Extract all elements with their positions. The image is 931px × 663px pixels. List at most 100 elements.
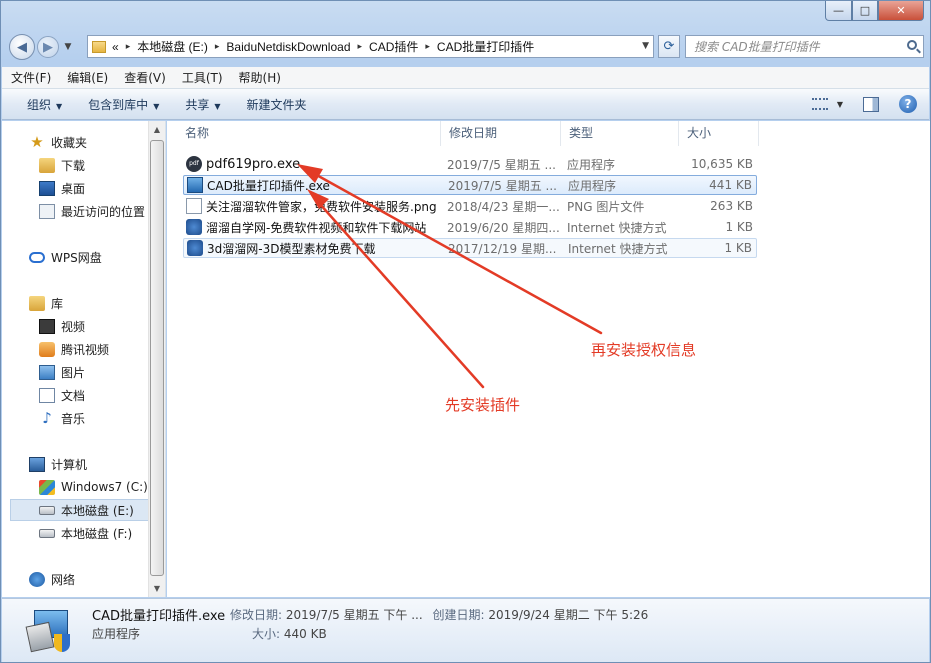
sidebar-item-label: 网络 (51, 572, 76, 587)
sidebar-item-desktop[interactable]: 桌面 (39, 177, 165, 199)
menu-tools[interactable]: 工具(T) (182, 69, 223, 86)
pdf-app-icon: pdf (186, 156, 202, 172)
share-label: 共享 (185, 97, 210, 112)
navigation-bar: ◀ ▶ ▼ « ▸ 本地磁盘 (E:) ▸ BaiduNetdiskDownlo… (9, 33, 924, 61)
sidebar-item-label: 图片 (61, 365, 86, 380)
file-row-hovered[interactable]: 3d溜溜网-3D模型素材免费下载 2017/12/19 星期... Intern… (183, 238, 757, 258)
installer-disk (25, 621, 55, 653)
sidebar-item-drive-f[interactable]: 本地磁盘 (F:) (39, 522, 165, 544)
breadcrumb-separator-icon[interactable]: ▸ (126, 42, 131, 52)
details-size: 大小: 440 KB (252, 625, 327, 642)
include-in-library-button[interactable]: 包含到库中 ▼ (88, 96, 159, 113)
scroll-up-icon[interactable]: ▲ (149, 121, 165, 138)
column-header-date[interactable]: 修改日期 (441, 121, 561, 146)
recent-places-icon (39, 203, 55, 219)
file-date: 2019/7/5 星期五 ... (448, 178, 557, 193)
drive-icon (39, 528, 55, 538)
file-row-selected[interactable]: CAD批量打印插件.exe 2019/7/5 星期五 ... 应用程序 441 … (183, 175, 757, 195)
column-header-size[interactable]: 大小 (679, 121, 759, 146)
sidebar-item-label: 本地磁盘 (F:) (61, 526, 133, 541)
breadcrumb-separator-icon[interactable]: ▸ (358, 42, 363, 52)
maximize-icon[interactable]: □ (852, 1, 878, 21)
sidebar-item-downloads[interactable]: 下载 (39, 154, 165, 176)
pictures-icon (39, 364, 55, 380)
preview-pane-icon[interactable] (863, 96, 879, 112)
view-options-dropdown-icon[interactable]: ▼ (837, 100, 843, 109)
organize-label: 组织 (27, 97, 52, 112)
breadcrumb-cad-plugins[interactable]: CAD插件 (369, 38, 418, 55)
sidebar-item-label: 计算机 (51, 457, 88, 472)
organize-button[interactable]: 组织 ▼ (27, 96, 62, 113)
installer-large-icon (25, 604, 74, 653)
address-overflow-icon[interactable]: « (112, 40, 119, 54)
forward-button[interactable]: ▶ (37, 36, 59, 58)
search-input[interactable]: 搜索 CAD批量打印插件 (685, 35, 924, 58)
command-bar: 组织 ▼ 包含到库中 ▼ 共享 ▼ 新建文件夹 ▼ ? (2, 89, 929, 120)
file-row[interactable]: 溜溜自学网-免费软件视频和软件下载网站 2019/6/20 星期四... Int… (183, 217, 757, 237)
file-list: 名称 修改日期 类型 大小 pdf pdf619pro.exe 2019/7/5… (167, 121, 930, 597)
windows-drive-icon (39, 479, 55, 495)
sidebar-item-label: 最近访问的位置 (61, 204, 146, 219)
modified-date-label: 修改日期: (230, 608, 283, 622)
share-button[interactable]: 共享 ▼ (185, 96, 220, 113)
sidebar-item-label: WPS网盘 (51, 250, 102, 265)
sidebar-scrollbar[interactable]: ▲ ▼ (148, 121, 165, 597)
help-icon[interactable]: ? (899, 95, 917, 113)
sidebar-item-recent-places[interactable]: 最近访问的位置 (39, 200, 165, 222)
sidebar-item-label: 视频 (61, 319, 86, 334)
breadcrumb-current-folder[interactable]: CAD批量打印插件 (437, 38, 534, 55)
change-view-icon[interactable] (811, 98, 828, 110)
sidebar-item-drive-e[interactable]: 本地磁盘 (E:) (10, 499, 156, 521)
breadcrumb-drive-e[interactable]: 本地磁盘 (E:) (137, 38, 208, 55)
address-history-dropdown-icon[interactable]: ▼ (642, 41, 649, 51)
minimize-icon[interactable]: — (825, 1, 852, 21)
menu-help[interactable]: 帮助(H) (239, 69, 281, 86)
explorer-window: — □ ✕ ◀ ▶ ▼ « ▸ 本地磁盘 (E:) ▸ BaiduNetdisk… (0, 0, 931, 663)
sidebar-item-documents[interactable]: 文档 (39, 384, 165, 406)
menu-file[interactable]: 文件(F) (11, 69, 51, 86)
address-bar[interactable]: « ▸ 本地磁盘 (E:) ▸ BaiduNetdiskDownload ▸ C… (87, 35, 654, 58)
column-header-name[interactable]: 名称 (177, 121, 441, 146)
library-icon (29, 295, 45, 311)
sidebar-item-wps-cloud[interactable]: WPS网盘 (29, 246, 165, 268)
sidebar-item-label: 腾讯视频 (61, 342, 110, 357)
file-size: 441 KB (709, 178, 752, 192)
png-file-icon (186, 198, 202, 214)
file-row[interactable]: 关注溜溜软件管家，免费软件安装服务.png 2018/4/23 星期一... P… (183, 196, 757, 216)
file-size: 1 KB (725, 220, 753, 234)
details-pane: CAD批量打印插件.exe 应用程序 修改日期: 2019/7/5 星期五 下午… (2, 598, 929, 662)
sidebar-item-network[interactable]: 网络 (29, 568, 165, 590)
file-row[interactable]: pdf pdf619pro.exe 2019/7/5 星期五 ... 应用程序 … (183, 154, 757, 174)
column-header-type[interactable]: 类型 (561, 121, 679, 146)
sidebar-item-favorites[interactable]: ★ 收藏夹 (29, 131, 165, 153)
breadcrumb-separator-icon[interactable]: ▸ (425, 42, 430, 52)
documents-icon (39, 387, 55, 403)
file-type: 应用程序 (568, 178, 617, 193)
breadcrumb-separator-icon[interactable]: ▸ (215, 42, 220, 52)
file-type: Internet 快捷方式 (568, 241, 668, 256)
sidebar-item-drive-c[interactable]: Windows7 (C:) (39, 476, 165, 498)
sidebar-item-music[interactable]: ♪ 音乐 (39, 407, 165, 429)
refresh-button[interactable]: ⟳ (658, 35, 680, 58)
search-icon[interactable] (907, 40, 917, 50)
sidebar-item-videos[interactable]: 视频 (39, 315, 165, 337)
recent-pages-dropdown[interactable]: ▼ (61, 42, 75, 52)
sidebar-item-computer[interactable]: 计算机 (29, 453, 165, 475)
file-name: CAD批量打印插件.exe (207, 178, 330, 193)
internet-shortcut-icon (187, 240, 203, 256)
size-label: 大小: (252, 627, 281, 641)
scrollbar-thumb[interactable] (150, 140, 164, 576)
menu-view[interactable]: 查看(V) (124, 69, 166, 86)
search-placeholder: 搜索 CAD批量打印插件 (694, 40, 820, 54)
scroll-down-icon[interactable]: ▼ (149, 580, 165, 597)
sidebar-item-tencent-video[interactable]: 腾讯视频 (39, 338, 165, 360)
sidebar-item-pictures[interactable]: 图片 (39, 361, 165, 383)
back-button[interactable]: ◀ (9, 34, 35, 60)
close-icon[interactable]: ✕ (878, 1, 924, 21)
sidebar-item-libraries[interactable]: 库 (29, 292, 165, 314)
new-folder-button[interactable]: 新建文件夹 (247, 96, 307, 113)
size-value: 440 KB (283, 627, 327, 641)
sidebar-item-label: Windows7 (C:) (61, 480, 148, 494)
breadcrumb-baidunetdisk[interactable]: BaiduNetdiskDownload (226, 40, 350, 54)
menu-edit[interactable]: 编辑(E) (67, 69, 108, 86)
